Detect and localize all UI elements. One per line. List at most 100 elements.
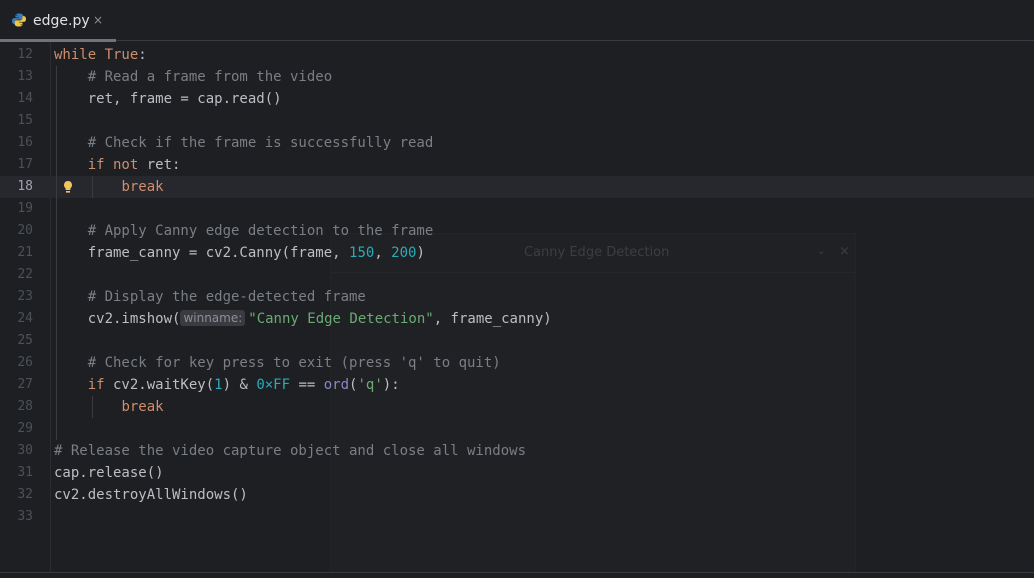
code-token: ret, frame = cap.read() bbox=[54, 91, 282, 107]
tab-edge-py[interactable]: edge.py × bbox=[0, 0, 116, 42]
code-line[interactable]: 25 bbox=[0, 330, 1034, 352]
code-text[interactable]: cv2.destroyAllWindows() bbox=[54, 484, 248, 506]
code-token: if bbox=[87, 377, 105, 393]
line-number[interactable]: 29 bbox=[0, 418, 33, 440]
line-number[interactable]: 17 bbox=[0, 154, 33, 176]
code-text[interactable]: # Apply Canny edge detection to the fram… bbox=[54, 220, 434, 242]
code-token: , bbox=[374, 245, 392, 261]
code-line[interactable]: 21 frame_canny = cv2.Canny(frame, 150, 2… bbox=[0, 242, 1034, 264]
line-number[interactable]: 26 bbox=[0, 352, 33, 374]
code-line[interactable]: 32 cv2.destroyAllWindows() bbox=[0, 484, 1034, 506]
indent-guide bbox=[92, 176, 93, 198]
line-number[interactable]: 18 bbox=[0, 176, 33, 198]
code-line[interactable]: 23 # Display the edge-detected frame bbox=[0, 286, 1034, 308]
code-text[interactable]: cv2.imshow(winname: "Canny Edge Detection… bbox=[54, 308, 552, 330]
editor-bottom-border bbox=[0, 572, 1034, 578]
line-number[interactable]: 19 bbox=[0, 198, 33, 220]
line-number[interactable]: 33 bbox=[0, 506, 33, 528]
code-text[interactable]: # Display the edge-detected frame bbox=[54, 286, 366, 308]
code-line[interactable]: 28 break bbox=[0, 396, 1034, 418]
line-number[interactable]: 15 bbox=[0, 110, 33, 132]
code-token: 200 bbox=[391, 245, 417, 261]
code-text[interactable]: # Read a frame from the video bbox=[54, 66, 332, 88]
code-token: 150 bbox=[349, 245, 375, 261]
tab-label: edge.py bbox=[33, 13, 90, 29]
line-number[interactable]: 32 bbox=[0, 484, 33, 506]
line-number[interactable]: 27 bbox=[0, 374, 33, 396]
line-number[interactable]: 24 bbox=[0, 308, 33, 330]
code-text[interactable]: cap.release() bbox=[54, 462, 164, 484]
code-token: cap.release() bbox=[54, 465, 164, 481]
line-number[interactable]: 30 bbox=[0, 440, 33, 462]
code-line[interactable]: 30 # Release the video capture object and… bbox=[0, 440, 1034, 462]
close-tab-icon[interactable]: × bbox=[93, 13, 103, 27]
python-file-icon bbox=[12, 13, 26, 27]
code-line[interactable]: 22 bbox=[0, 264, 1034, 286]
line-number[interactable]: 20 bbox=[0, 220, 33, 242]
code-line[interactable]: 26 # Check for key press to exit (press … bbox=[0, 352, 1034, 374]
code-token: # Check if the frame is successfully rea… bbox=[54, 135, 434, 151]
line-number[interactable]: 12 bbox=[0, 44, 33, 66]
code-text[interactable]: # Check if the frame is successfully rea… bbox=[54, 132, 434, 154]
code-token: while bbox=[54, 47, 105, 63]
code-line[interactable]: 24 cv2.imshow(winname: "Canny Edge Detect… bbox=[0, 308, 1034, 330]
code-token: ord bbox=[323, 377, 350, 393]
code-text[interactable]: break bbox=[54, 396, 164, 418]
line-number[interactable]: 14 bbox=[0, 88, 33, 110]
code-text[interactable]: while True: bbox=[54, 44, 147, 66]
code-token: cv2.imshow( bbox=[54, 311, 181, 327]
line-number[interactable]: 23 bbox=[0, 286, 33, 308]
lightbulb-icon[interactable] bbox=[61, 180, 75, 194]
code-line[interactable]: 17 if not ret: bbox=[0, 154, 1034, 176]
code-line[interactable]: 31 cap.release() bbox=[0, 462, 1034, 484]
code-line[interactable]: 12 while True: bbox=[0, 44, 1034, 66]
line-number[interactable]: 22 bbox=[0, 264, 33, 286]
code-token: 0×FF bbox=[256, 377, 291, 393]
code-text[interactable]: if cv2.waitKey(1) & 0×FF == ord('q'): bbox=[54, 374, 400, 396]
code-line[interactable]: 13 # Read a frame from the video bbox=[0, 66, 1034, 88]
code-token: # Check for key press to exit (press 'q'… bbox=[54, 355, 501, 371]
code-token: break bbox=[121, 399, 164, 415]
code-text[interactable]: if not ret: bbox=[54, 154, 181, 176]
code-token: True bbox=[104, 47, 139, 63]
code-text[interactable]: # Release the video capture object and c… bbox=[54, 440, 526, 462]
indent-guide bbox=[56, 66, 57, 440]
code-token: # Read a frame from the video bbox=[54, 69, 333, 85]
code-line[interactable]: 19 bbox=[0, 198, 1034, 220]
code-line[interactable]: 20 # Apply Canny edge detection to the f… bbox=[0, 220, 1034, 242]
code-line[interactable]: 18 break bbox=[0, 176, 1034, 198]
code-token: ret: bbox=[138, 157, 181, 173]
code-token: ) & bbox=[222, 377, 257, 393]
code-text[interactable]: # Check for key press to exit (press 'q'… bbox=[54, 352, 501, 374]
code-token: break bbox=[121, 179, 164, 195]
code-token: cv2.waitKey( bbox=[104, 377, 215, 393]
parameter-hint: winname: bbox=[180, 310, 246, 326]
code-line[interactable]: 33 bbox=[0, 506, 1034, 528]
code-token: ): bbox=[382, 377, 400, 393]
code-token: "Canny Edge Detection" bbox=[248, 311, 434, 327]
code-token: if not bbox=[87, 157, 139, 173]
line-number[interactable]: 21 bbox=[0, 242, 33, 264]
code-line[interactable]: 27 if cv2.waitKey(1) & 0×FF == ord('q'): bbox=[0, 374, 1034, 396]
code-token: frame_canny = cv2.Canny(frame, bbox=[54, 245, 350, 261]
line-number[interactable]: 13 bbox=[0, 66, 33, 88]
editor-tab-bar: edge.py × bbox=[0, 0, 1034, 42]
code-line[interactable]: 14 ret, frame = cap.read() bbox=[0, 88, 1034, 110]
code-text[interactable]: frame_canny = cv2.Canny(frame, 150, 200) bbox=[54, 242, 425, 264]
code-line[interactable]: 16 # Check if the frame is successfully … bbox=[0, 132, 1034, 154]
line-number[interactable]: 28 bbox=[0, 396, 33, 418]
indent-guide bbox=[92, 396, 93, 418]
code-token: # Display the edge-detected frame bbox=[54, 289, 366, 305]
code-editor[interactable]: 12 while True: 13 # Read a frame from the … bbox=[0, 44, 1034, 572]
line-number[interactable]: 16 bbox=[0, 132, 33, 154]
code-line[interactable]: 29 bbox=[0, 418, 1034, 440]
code-text[interactable]: ret, frame = cap.read() bbox=[54, 88, 282, 110]
line-number[interactable]: 31 bbox=[0, 462, 33, 484]
code-token: , frame_canny) bbox=[433, 311, 552, 327]
code-token: # Release the video capture object and c… bbox=[54, 443, 527, 459]
code-line[interactable]: 15 bbox=[0, 110, 1034, 132]
line-number[interactable]: 25 bbox=[0, 330, 33, 352]
code-token: ) bbox=[416, 245, 425, 261]
